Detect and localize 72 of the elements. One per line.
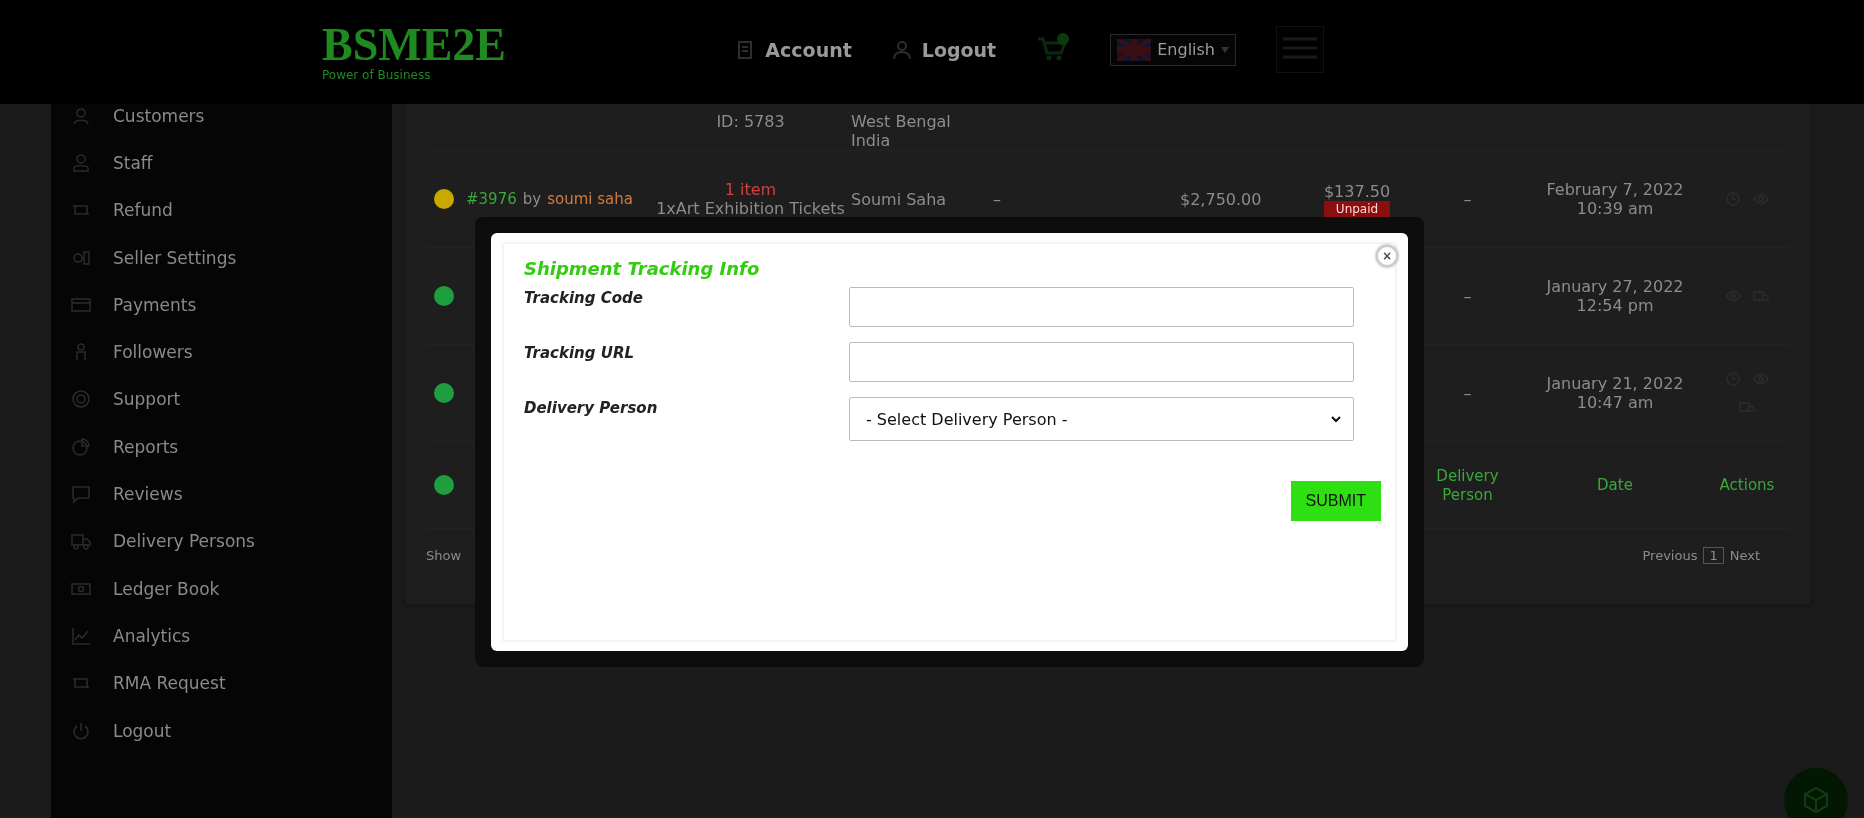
truck-icon bbox=[71, 531, 91, 552]
lifebuoy-icon bbox=[71, 389, 91, 410]
comment-icon bbox=[71, 484, 91, 504]
commission-text: $137.50 bbox=[1323, 181, 1391, 201]
input-field[interactable] bbox=[849, 342, 1354, 382]
chart-icon bbox=[71, 625, 91, 646]
chevron-icon bbox=[1331, 415, 1341, 423]
column-header: Delivery Person bbox=[1436, 467, 1499, 504]
field-label: Tracking Code bbox=[524, 288, 644, 307]
sidebar-item[interactable]: Customers bbox=[51, 92, 392, 140]
logo-tagline: Power of Business bbox=[322, 68, 432, 82]
column-header: Actions bbox=[1719, 476, 1775, 494]
sidebar-item[interactable]: Ledger Book bbox=[51, 564, 392, 613]
previous-link[interactable]: Previous bbox=[1642, 548, 1698, 563]
date-text: 10:39 am bbox=[1576, 199, 1654, 218]
sidebar-item[interactable]: Support bbox=[51, 375, 392, 424]
delivery-text: – bbox=[1463, 383, 1472, 403]
by-text: by bbox=[522, 190, 542, 208]
caret-icon bbox=[1221, 46, 1229, 53]
sidebar-item[interactable]: Logout bbox=[51, 706, 392, 755]
close-button[interactable]: × bbox=[1376, 245, 1398, 267]
dialog-title: Shipment Tracking Info bbox=[524, 258, 761, 279]
floating-button[interactable] bbox=[1784, 768, 1848, 818]
delivery-text: – bbox=[1463, 286, 1472, 306]
pie-icon bbox=[71, 436, 91, 457]
date-text: January 27, 2022 bbox=[1546, 277, 1684, 296]
customer-text: Soumi Saha bbox=[851, 189, 947, 209]
sidebar-item[interactable]: Payments bbox=[51, 281, 392, 329]
column-header: Date bbox=[1597, 476, 1633, 494]
menu-button[interactable] bbox=[1276, 26, 1324, 73]
showing-text: Show bbox=[426, 548, 462, 563]
power-icon bbox=[71, 720, 91, 741]
item-text: 1 item bbox=[724, 180, 777, 199]
box-icon bbox=[1801, 785, 1831, 815]
sidebar-item[interactable]: Staff bbox=[51, 139, 392, 187]
total-text: $2,750.00 bbox=[1180, 189, 1262, 209]
select-field[interactable]: - Select Delivery Person - bbox=[849, 397, 1354, 441]
date-text: February 7, 2022 bbox=[1546, 180, 1684, 199]
field-label: Delivery Person bbox=[524, 398, 659, 417]
table-cell: – bbox=[993, 189, 1001, 209]
sidebar-item[interactable]: Reviews bbox=[51, 470, 392, 518]
date-text: 12:54 pm bbox=[1576, 296, 1654, 315]
sidebar-item[interactable]: Seller Settings bbox=[51, 233, 392, 282]
sidebar-item[interactable]: Analytics bbox=[51, 612, 392, 660]
payment-status-badge: Unpaid bbox=[1323, 200, 1391, 217]
sidebar-item[interactable]: Reports bbox=[51, 423, 392, 471]
submit-button[interactable]: SUBMIT bbox=[1290, 481, 1381, 521]
delivery-text: – bbox=[1463, 189, 1472, 209]
item-text: ID: 5783 bbox=[716, 112, 785, 131]
order-link[interactable]: #3976 bbox=[466, 190, 517, 208]
sidebar-item[interactable]: Followers bbox=[51, 328, 392, 376]
date-text: 10:47 am bbox=[1576, 393, 1654, 412]
input-field[interactable] bbox=[849, 287, 1354, 327]
logo-text[interactable]: BSME2E bbox=[322, 22, 507, 68]
customer-text: West Bengal India bbox=[851, 112, 951, 150]
sidebar-item[interactable]: Refund bbox=[51, 186, 392, 234]
menu-icon bbox=[1283, 37, 1317, 59]
next-link[interactable]: Next bbox=[1729, 548, 1760, 563]
flag-icon bbox=[1117, 38, 1152, 61]
page-number[interactable]: 1 bbox=[1703, 547, 1724, 564]
logout-link[interactable]: Logout bbox=[891, 38, 997, 61]
sidebar-item[interactable]: Delivery Persons bbox=[51, 517, 392, 565]
field-label: Tracking URL bbox=[524, 343, 636, 362]
date-text: January 21, 2022 bbox=[1546, 374, 1684, 393]
sidebar-item[interactable]: RMA Request bbox=[51, 659, 392, 707]
users-icon bbox=[71, 105, 91, 126]
language-dropdown[interactable]: English bbox=[1110, 33, 1236, 66]
user-icon bbox=[891, 39, 912, 60]
account-link[interactable]: Account bbox=[737, 38, 852, 61]
user-icon bbox=[71, 152, 91, 173]
item-text: 1xArt Exhibition Tickets bbox=[656, 199, 845, 218]
buyer-link[interactable]: soumi saha bbox=[547, 190, 633, 208]
